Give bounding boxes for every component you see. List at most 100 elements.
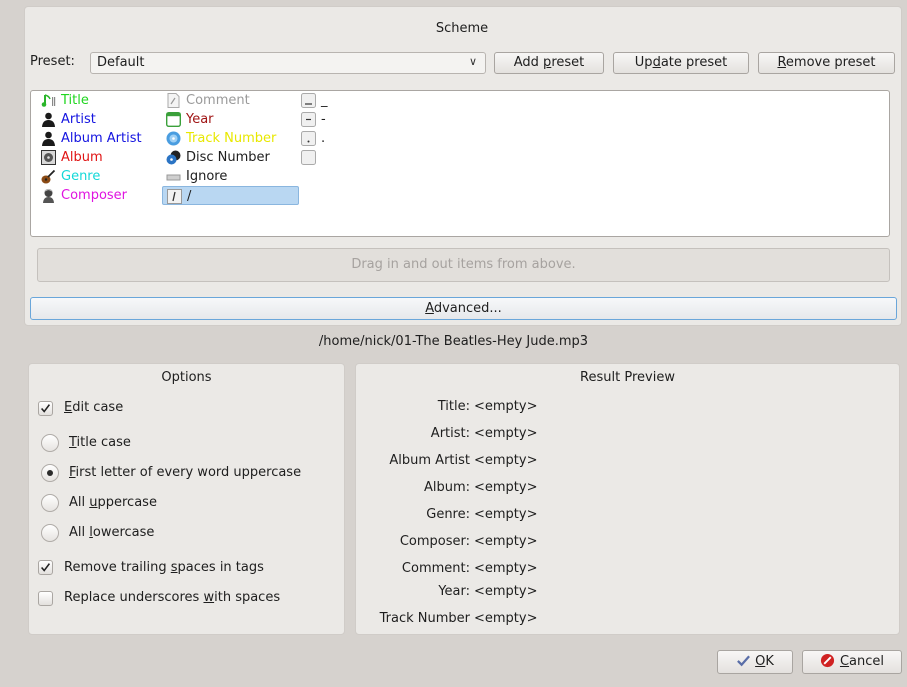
token-dash[interactable]: - <box>301 110 351 129</box>
preview-value: <empty> <box>474 453 538 468</box>
cancel-icon <box>820 653 835 668</box>
token-separator-selected[interactable]: / <box>162 186 299 205</box>
token-track-number[interactable]: Track Number <box>166 129 306 148</box>
radio-selected-dot <box>47 470 53 476</box>
add-preset-button[interactable]: Add preset <box>494 52 604 74</box>
token-label: Album Artist <box>61 131 142 146</box>
scheme-title: Scheme <box>435 21 489 36</box>
preview-value: <empty> <box>474 480 538 495</box>
token-label: Album <box>61 150 103 165</box>
checkmark-icon <box>737 655 751 667</box>
advanced-button[interactable]: Advanced... <box>30 297 897 320</box>
preview-label: Album Artist <box>389 453 470 468</box>
ignore-icon <box>166 174 181 181</box>
all-uppercase-radio[interactable] <box>41 494 59 512</box>
preview-value: <empty> <box>474 584 538 599</box>
replace-underscores-label[interactable]: Replace underscores with spaces <box>64 590 280 605</box>
remove-trailing-checkbox[interactable] <box>38 560 53 575</box>
cancel-label: Cancel <box>839 654 885 669</box>
edit-case-label[interactable]: Edit case <box>64 400 123 415</box>
token-ignore[interactable]: Ignore <box>166 167 296 186</box>
all-uppercase-label[interactable]: All uppercase <box>69 495 157 510</box>
update-preset-button[interactable]: Update preset <box>613 52 749 74</box>
composer-icon <box>43 188 54 203</box>
preview-value: <empty> <box>474 399 538 414</box>
preview-label: Album: <box>423 480 470 495</box>
token-label: Artist <box>61 112 96 127</box>
preview-label: Artist: <box>430 426 470 441</box>
token-artist[interactable]: Artist <box>41 110 161 129</box>
remove-preset-label: Remove preset <box>777 55 876 70</box>
token-label: Title <box>61 93 89 108</box>
token-year[interactable]: Year <box>166 110 296 129</box>
filename-label: /home/nick/01-The Beatles-Hey Jude.mp3 <box>318 334 589 349</box>
advanced-label: Advanced... <box>425 301 502 316</box>
first-letter-label[interactable]: First letter of every word uppercase <box>69 465 301 480</box>
preset-value: Default <box>97 55 145 70</box>
guitar-icon <box>41 169 56 184</box>
remove-trailing-label[interactable]: Remove trailing spaces in tags <box>64 560 264 575</box>
token-disc-number[interactable]: Disc Number <box>166 148 306 167</box>
disc-icon <box>166 131 181 146</box>
calendar-icon <box>166 112 181 127</box>
person-icon <box>42 131 55 146</box>
token-label: - <box>321 112 326 127</box>
cancel-button[interactable]: Cancel <box>802 650 902 674</box>
token-title[interactable]: Title <box>41 91 161 110</box>
preview-label: Title: <box>437 399 470 414</box>
token-label: Ignore <box>186 169 228 184</box>
token-label: Composer <box>61 188 128 203</box>
token-genre[interactable]: Genre <box>41 167 161 186</box>
token-album-artist[interactable]: Album Artist <box>41 129 181 148</box>
cd-case-icon <box>41 150 56 165</box>
token-label: / <box>187 189 192 204</box>
replace-underscores-checkbox[interactable] <box>38 591 53 606</box>
all-lowercase-radio[interactable] <box>41 524 59 542</box>
update-preset-label: Update preset <box>634 55 728 70</box>
title-case-label[interactable]: Title case <box>69 435 131 450</box>
separator-key-icon <box>301 131 316 146</box>
checkmark-icon <box>41 563 51 572</box>
comment-icon <box>167 93 180 108</box>
scheme-token-area[interactable]: Title Artist Album Artist Album Genre Co… <box>30 90 890 237</box>
token-label: . <box>321 131 326 146</box>
add-preset-label: Add preset <box>513 55 585 70</box>
checkmark-icon <box>41 404 51 413</box>
token-comment[interactable]: Comment <box>166 91 296 110</box>
drop-hint-area[interactable]: Drag in and out items from above. <box>37 248 890 282</box>
title-case-radio[interactable] <box>41 434 59 452</box>
ok-label: OK <box>755 654 774 669</box>
person-icon <box>42 112 55 127</box>
token-label: Track Number <box>186 131 277 146</box>
preview-label: Genre: <box>426 507 470 522</box>
preview-value: <empty> <box>474 426 538 441</box>
preset-combo[interactable]: Default ∨ <box>90 52 486 74</box>
token-label: _ <box>321 93 328 108</box>
token-label: Year <box>186 112 214 127</box>
separator-key-icon <box>301 112 316 127</box>
token-dot[interactable]: . <box>301 129 351 148</box>
ok-button[interactable]: OK <box>717 650 793 674</box>
edit-case-checkbox[interactable] <box>38 401 53 416</box>
separator-icon <box>167 189 182 204</box>
preview-value: <empty> <box>474 507 538 522</box>
all-lowercase-label[interactable]: All lowercase <box>69 525 154 540</box>
token-label: Genre <box>61 169 101 184</box>
token-composer[interactable]: Composer <box>41 186 161 205</box>
preview-value: <empty> <box>474 534 538 549</box>
preset-label: Preset: <box>30 54 75 69</box>
chevron-down-icon: ∨ <box>468 55 477 68</box>
token-space[interactable] <box>301 148 351 167</box>
result-preview-title: Result Preview <box>580 370 675 385</box>
discs-icon <box>166 150 181 165</box>
separator-key-icon <box>301 93 316 108</box>
preview-label: Composer: <box>399 534 470 549</box>
preview-label: Year: <box>438 584 470 599</box>
token-underscore[interactable]: _ <box>301 91 351 110</box>
music-note-icon <box>41 94 56 107</box>
remove-preset-button[interactable]: Remove preset <box>758 52 895 74</box>
first-letter-radio[interactable] <box>41 464 59 482</box>
preview-value: <empty> <box>474 561 538 576</box>
token-album[interactable]: Album <box>41 148 161 167</box>
preview-label: Track Number <box>379 611 470 626</box>
